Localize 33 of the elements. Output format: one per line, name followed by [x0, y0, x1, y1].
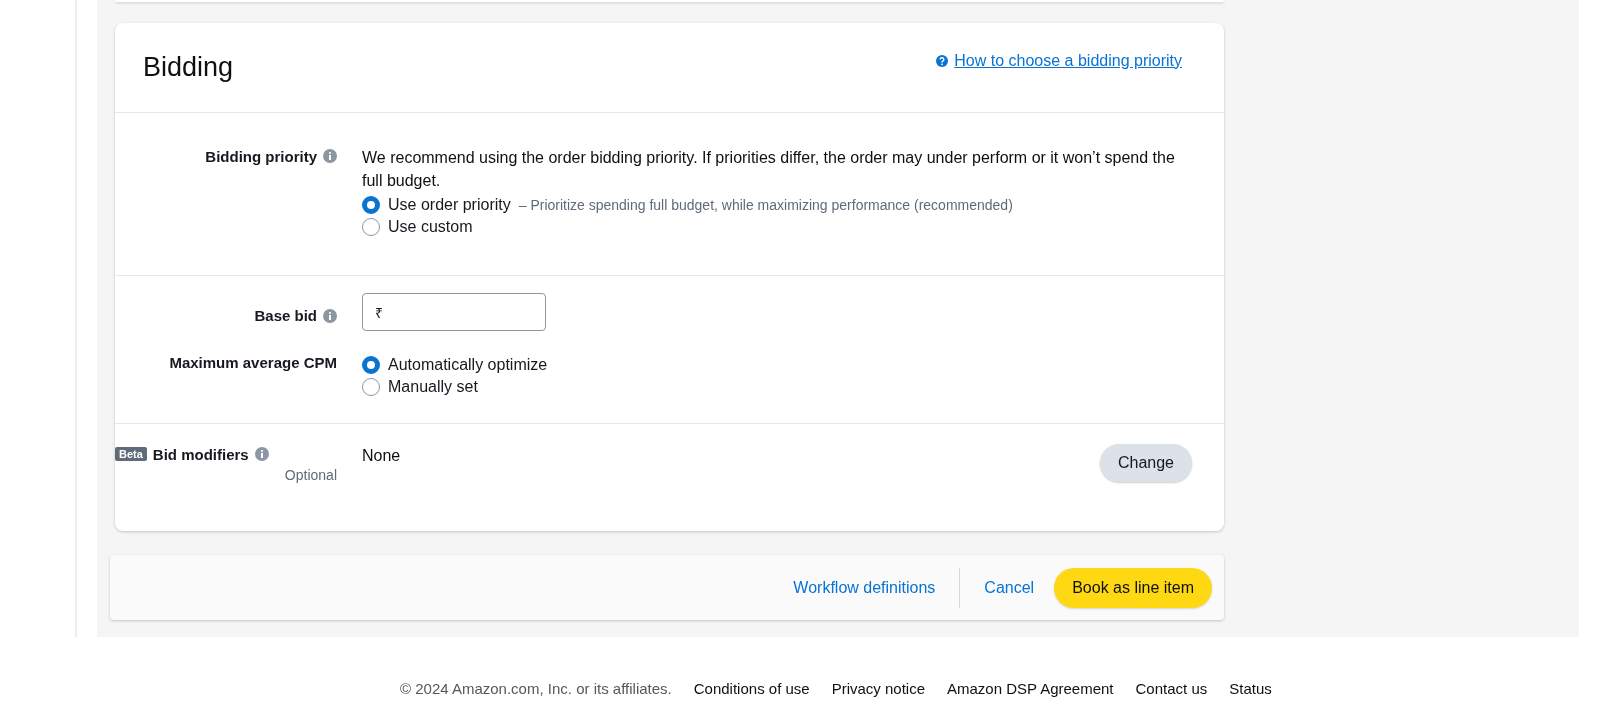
book-button[interactable]: Book as line item — [1054, 567, 1212, 608]
option-label: Use order priority — [388, 196, 511, 214]
option-label: Use custom — [388, 218, 473, 236]
radio-button[interactable] — [362, 378, 380, 396]
copyright-text: © 2024 Amazon.com, Inc. or its affiliates. — [400, 680, 672, 697]
optional-label: Optional — [284, 467, 337, 483]
info-icon[interactable] — [323, 308, 337, 323]
card-title: Bidding — [143, 52, 234, 83]
option-label: Automatically optimize — [388, 356, 548, 374]
radio-button[interactable] — [362, 218, 380, 236]
field-label: Maximum average CPM — [169, 353, 337, 371]
footer-link[interactable]: Privacy notice — [831, 680, 926, 697]
description-text: We recommend using the order bidding priority. If priorities differ, the order may under perform or it won’t spend the full budget. — [362, 148, 1176, 191]
radio-button[interactable] — [362, 356, 380, 374]
info-icon[interactable] — [323, 149, 337, 163]
footer-link[interactable]: Conditions of use — [693, 680, 810, 697]
radio-button[interactable] — [362, 196, 380, 214]
field-label: Bid modifiers — [152, 445, 249, 463]
change-button[interactable]: Change — [1099, 444, 1192, 482]
field-label: Bidding priority — [205, 147, 317, 165]
footer-link[interactable]: Status — [1229, 680, 1272, 697]
option-note: – Prioritize spending full budget, while maximizing performance (recommended) — [518, 197, 1013, 213]
info-icon[interactable] — [254, 447, 269, 461]
help-link[interactable]: How to choose a bidding priority — [954, 51, 1182, 70]
base-bid-field[interactable]: ₹ — [362, 293, 546, 331]
footer-link[interactable]: Contact us — [1135, 680, 1208, 697]
option-label: Manually set — [388, 378, 478, 396]
footer-link[interactable]: Amazon DSP Agreement — [947, 680, 1114, 697]
help-icon — [936, 54, 949, 67]
beta-badge: Beta — [115, 447, 147, 461]
field-value: None — [362, 447, 401, 465]
workflow-link[interactable]: Workflow definitions — [769, 578, 960, 597]
field-label: Base bid — [254, 307, 317, 324]
